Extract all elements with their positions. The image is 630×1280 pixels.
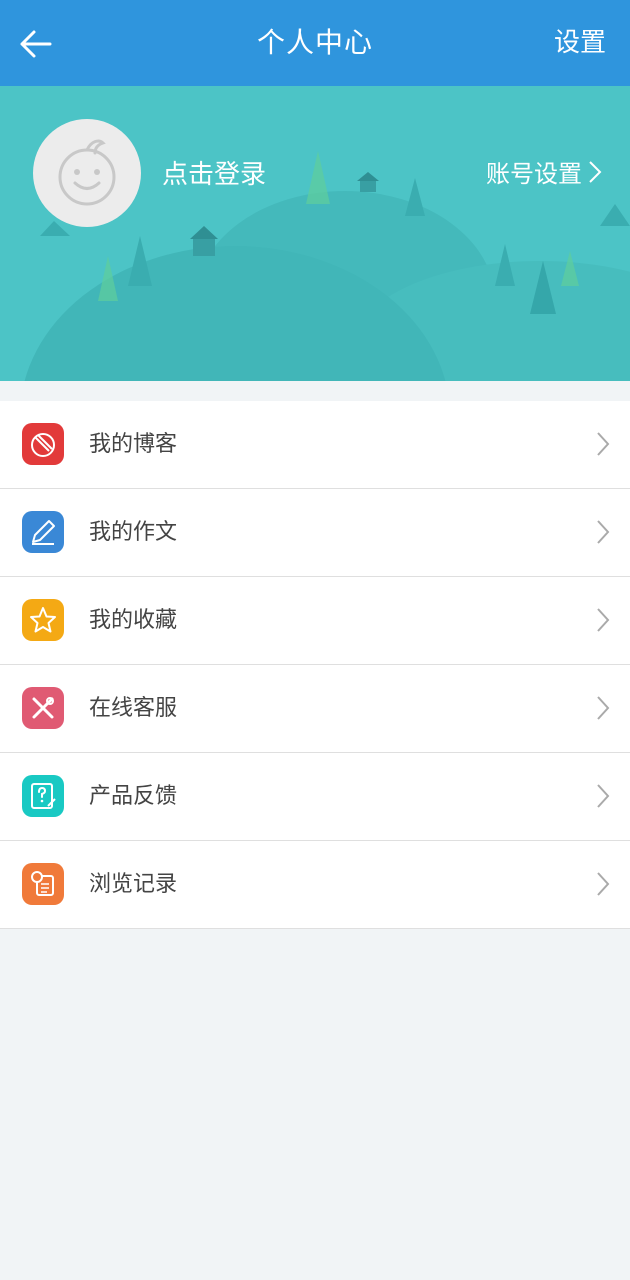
menu-item-label: 我的博客 xyxy=(89,432,178,457)
menu-item-label: 我的收藏 xyxy=(89,608,178,633)
menu-item-product-feedback[interactable]: 产品反馈 xyxy=(0,753,630,841)
avatar[interactable] xyxy=(33,119,141,227)
chevron-right-icon xyxy=(597,608,610,632)
profile-banner: 点击登录 账号设置 xyxy=(0,86,630,381)
top-bar: 个人中心 设置 xyxy=(0,0,630,86)
menu-item-label: 浏览记录 xyxy=(89,872,178,897)
feedback-icon xyxy=(22,775,64,817)
settings-button[interactable]: 设置 xyxy=(554,0,606,86)
menu-item-browsing-history[interactable]: 浏览记录 xyxy=(0,841,630,929)
chevron-right-icon xyxy=(597,696,610,720)
menu-item-my-essays[interactable]: 我的作文 xyxy=(0,489,630,577)
menu-item-online-service[interactable]: 在线客服 xyxy=(0,665,630,753)
login-link[interactable]: 点击登录 xyxy=(162,154,266,191)
account-settings-link[interactable]: 账号设置 xyxy=(486,154,602,189)
menu-item-label: 我的作文 xyxy=(89,520,178,545)
chevron-right-icon xyxy=(597,432,610,456)
smiley-face-icon xyxy=(58,139,116,206)
blog-icon xyxy=(22,423,64,465)
star-icon xyxy=(22,599,64,641)
menu-list: 我的博客 我的作文 我的收藏 在线客服 产品反馈 浏览记录 xyxy=(0,401,630,929)
chevron-right-icon xyxy=(597,872,610,896)
account-settings-label: 账号设置 xyxy=(486,160,582,188)
chevron-right-icon xyxy=(597,520,610,544)
page-title: 个人中心 xyxy=(256,26,373,59)
tools-icon xyxy=(22,687,64,729)
pencil-icon xyxy=(22,511,64,553)
chevron-right-icon xyxy=(597,784,610,808)
menu-item-label: 产品反馈 xyxy=(89,784,178,809)
history-icon xyxy=(22,863,64,905)
chevron-right-icon xyxy=(589,160,602,183)
menu-item-my-favorites[interactable]: 我的收藏 xyxy=(0,577,630,665)
menu-item-label: 在线客服 xyxy=(89,696,178,721)
menu-item-my-blog[interactable]: 我的博客 xyxy=(0,401,630,489)
